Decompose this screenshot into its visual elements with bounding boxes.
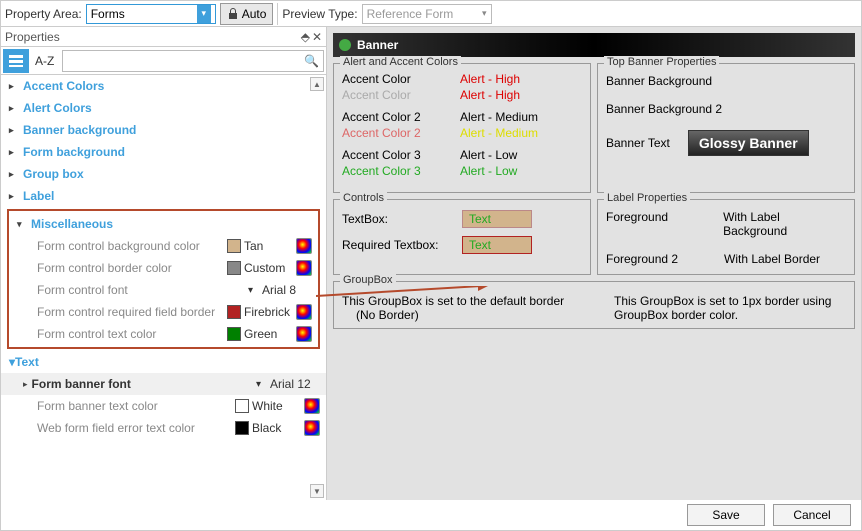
prop-web-form-field-error-text-color[interactable]: Web form field error text colorBlack [1,417,326,439]
chevron-down-icon: ▾ [482,8,487,19]
category-group-box[interactable]: ▸Group box [1,163,326,185]
prop-form-control-text-color[interactable]: Form control text colorGreen [9,323,318,345]
prop-form-banner-font[interactable]: ▸Form banner font▾Arial 12 [1,373,326,395]
foreground-label: Foreground [606,210,705,238]
color-picker-icon[interactable] [296,238,312,254]
banner-text-label: Banner Text [606,136,670,150]
alert-legend: Alert and Accent Colors [340,56,461,68]
miscellaneous-group: ▾Miscellaneous Form control background c… [7,209,320,349]
required-textbox-preview: Text [462,236,532,254]
auto-button[interactable]: Auto [220,3,274,25]
category-text[interactable]: ▾Text [1,351,326,373]
search-icon: 🔍 [304,54,319,68]
category-form-background[interactable]: ▸Form background [1,141,326,163]
category-accent-colors[interactable]: ▸Accent Colors [1,75,326,97]
banner-bg2-label: Banner Background 2 [606,102,846,116]
category-miscellaneous[interactable]: ▾Miscellaneous [9,213,318,235]
color-picker-icon[interactable] [304,398,320,414]
alert-row: Accent Color 2Alert - Medium [342,126,582,140]
search-input[interactable]: 🔍 [62,50,324,72]
alert-row: Accent Color 3Alert - Low [342,148,582,162]
alert-row: Accent Color 2Alert - Medium [342,110,582,124]
alert-row: Accent ColorAlert - High [342,88,582,102]
color-picker-icon[interactable] [296,260,312,276]
alert-row: Accent ColorAlert - High [342,72,582,86]
category-label[interactable]: ▸Label [1,185,326,207]
category-banner-background[interactable]: ▸Banner background [1,119,326,141]
pin-icon[interactable]: ⬘ [301,30,310,44]
prop-form-banner-text-color[interactable]: Form banner text colorWhite [1,395,326,417]
with-label-bg: With Label Background [723,210,846,238]
groupbox-left-text: This GroupBox is set to the default bord… [342,294,574,308]
scroll-up[interactable]: ▲ [310,77,324,91]
prop-form-control-font[interactable]: Form control font▾Arial 8 [9,279,318,301]
preview-type-value: Reference Form [367,7,454,21]
prop-form-control-required-field-border[interactable]: Form control required field borderFirebr… [9,301,318,323]
lock-icon [227,8,239,20]
preview-type-combo[interactable]: Reference Form ▾ [362,4,492,24]
groupbox-legend: GroupBox [340,274,396,286]
foreground2-label: Foreground 2 [606,252,706,266]
textbox-preview: Text [462,210,532,228]
topbanner-legend: Top Banner Properties [604,56,719,68]
az-sort[interactable]: A-Z [29,54,60,68]
groupbox-right-text: This GroupBox is set to 1px border using… [614,294,846,322]
cancel-button[interactable]: Cancel [773,504,851,526]
categorized-button[interactable] [3,49,29,73]
preview-type-label: Preview Type: [282,7,357,21]
labelprops-legend: Label Properties [604,192,690,204]
chevron-down-icon: ▾ [197,5,211,23]
color-picker-icon[interactable] [304,420,320,436]
banner-title: Banner [357,38,398,52]
status-dot-icon [339,39,351,51]
property-area-combo[interactable]: Forms ▾ [86,4,216,24]
preview-banner: Banner [333,33,855,57]
save-button[interactable]: Save [687,504,765,526]
with-label-border: With Label Border [724,252,820,266]
color-picker-icon[interactable] [296,326,312,342]
prop-form-control-border-color[interactable]: Form control border colorCustom [9,257,318,279]
groupbox-left-sub: (No Border) [342,308,574,322]
property-area-value: Forms [91,7,125,21]
banner-bg-label: Banner Background [606,74,846,88]
scroll-down[interactable]: ▼ [310,484,324,498]
textbox-label: TextBox: [342,212,452,226]
properties-title: Properties [5,30,60,44]
property-area-label: Property Area: [5,7,82,21]
auto-label: Auto [242,7,267,21]
prop-form-control-background-color[interactable]: Form control background colorTan [9,235,318,257]
category-alert-colors[interactable]: ▸Alert Colors [1,97,326,119]
color-picker-icon[interactable] [296,304,312,320]
glossy-banner: Glossy Banner [688,130,809,156]
required-textbox-label: Required Textbox: [342,238,452,252]
alert-row: Accent Color 3Alert - Low [342,164,582,178]
controls-legend: Controls [340,192,387,204]
close-icon[interactable]: ✕ [312,30,322,44]
